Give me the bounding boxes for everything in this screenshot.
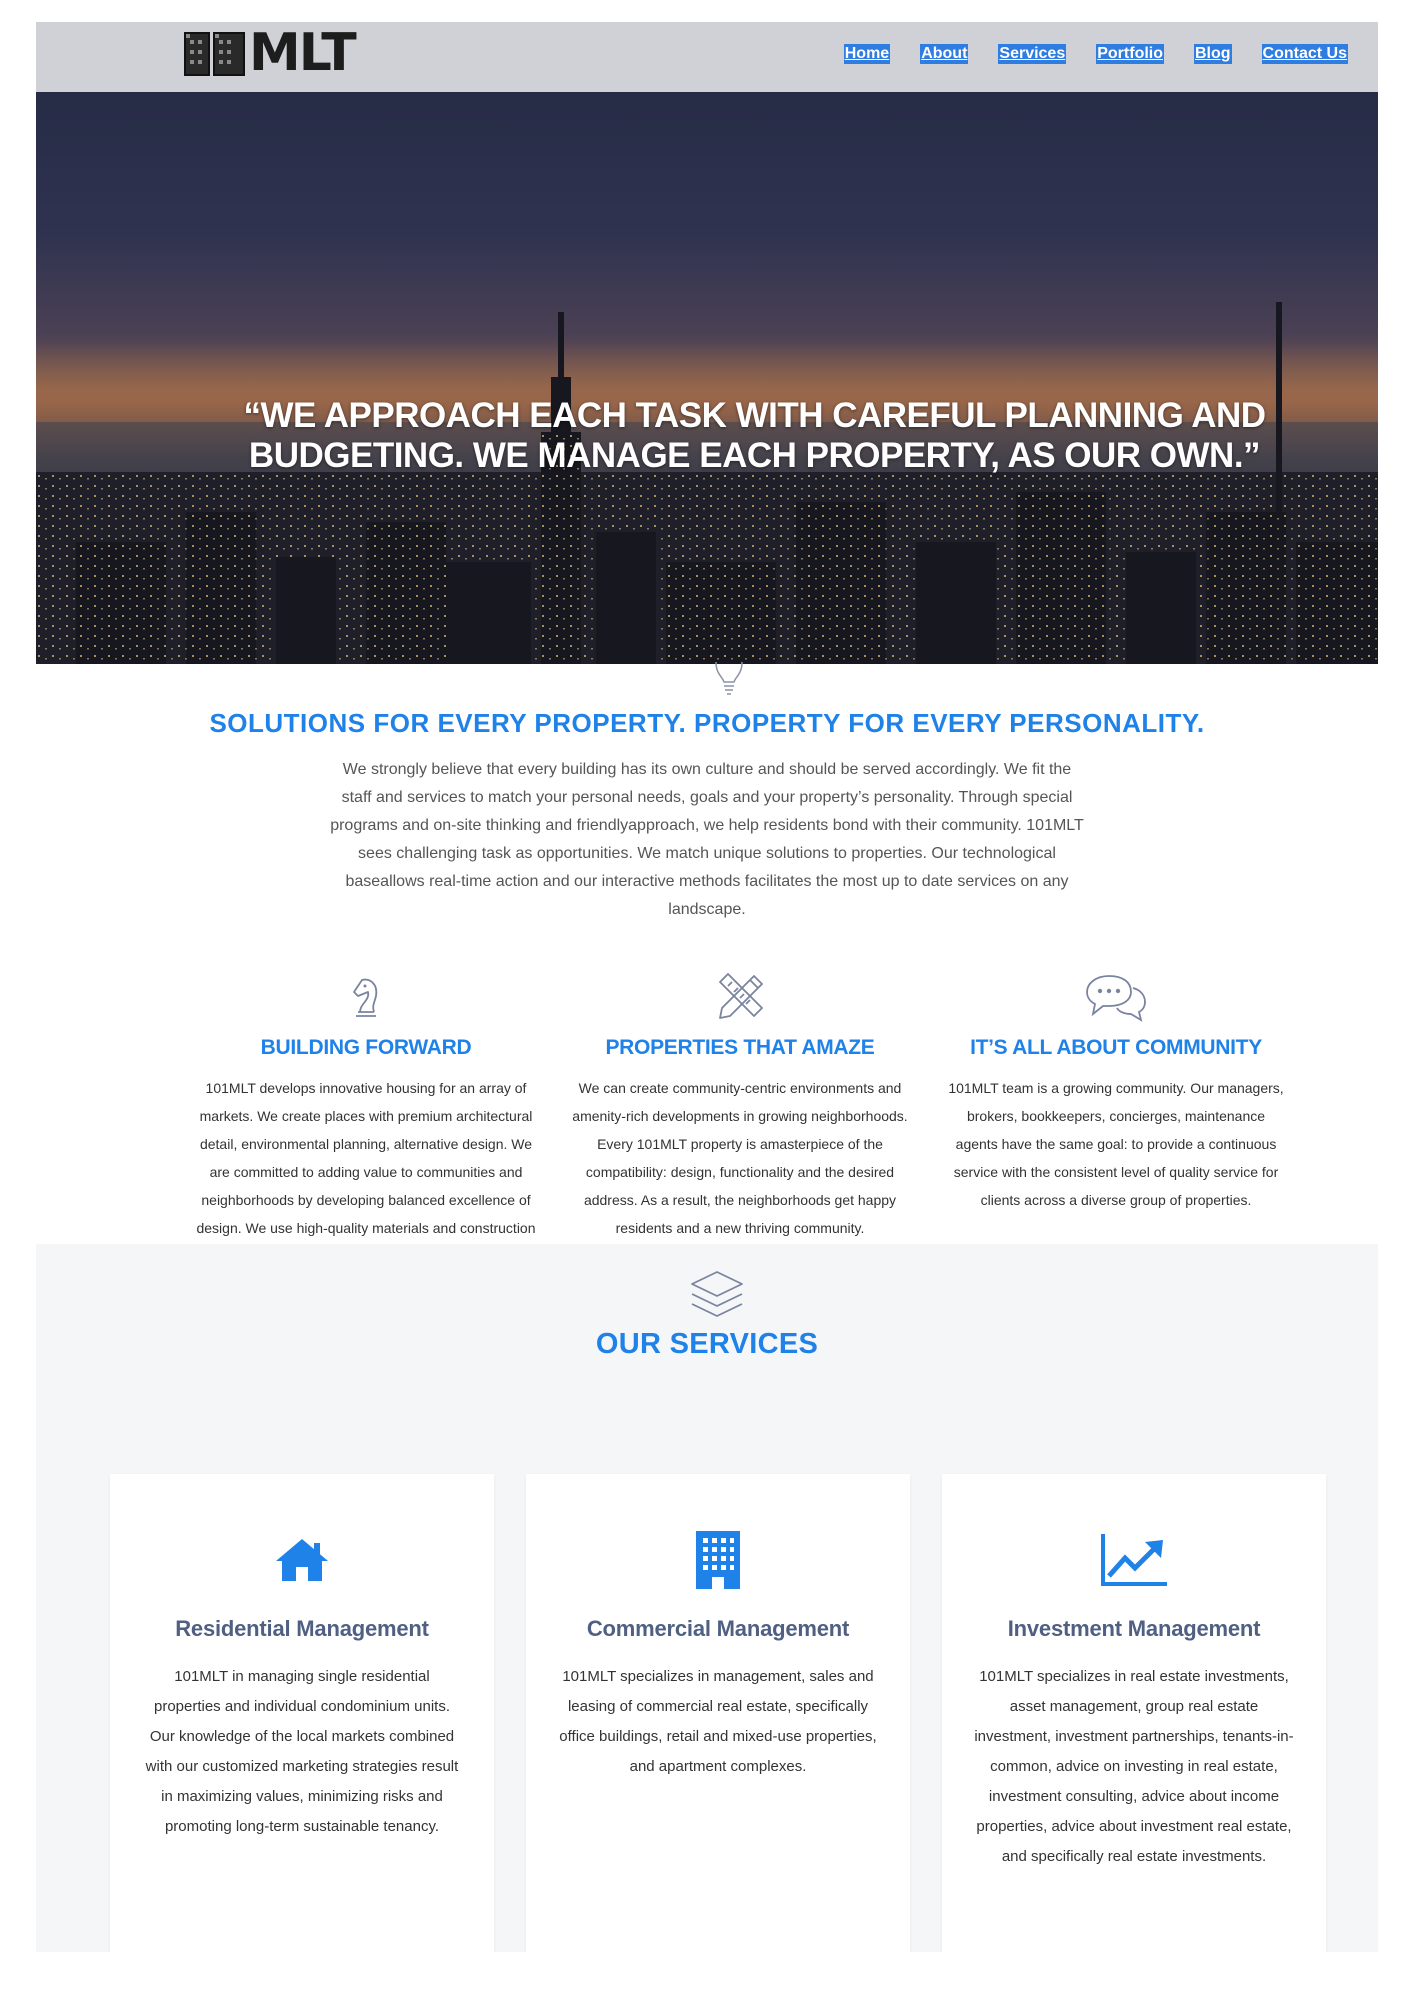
service-card-investment[interactable]: Investment Management 101MLT specializes… xyxy=(942,1474,1326,1952)
hero-quote-line-2: BUDGETING. WE MANAGE EACH PROPERTY, AS O… xyxy=(248,436,1261,475)
hero-quote-line-1: “WE APPROACH EACH TASK WITH CAREFUL PLAN… xyxy=(243,396,1266,435)
trending-up-chart-icon xyxy=(1101,1534,1167,1586)
logo-mark-icon xyxy=(184,32,245,76)
home-icon xyxy=(276,1539,328,1581)
feature-title: BUILDING FORWARD xyxy=(260,1036,472,1059)
nav-portfolio[interactable]: Portfolio xyxy=(1096,44,1164,64)
site-logo[interactable]: MLT xyxy=(184,23,357,83)
service-card-title: Commercial Management xyxy=(586,1616,850,1641)
chat-bubbles-icon xyxy=(1086,975,1146,1022)
office-building-icon xyxy=(696,1531,740,1589)
feature-community: IT’S ALL ABOUT COMMUNITY 101MLT team is … xyxy=(946,962,1286,1242)
nav-home[interactable]: Home xyxy=(843,44,891,64)
hero-banner: “WE APPROACH EACH TASK WITH CAREFUL PLAN… xyxy=(36,92,1378,664)
logo-text: MLT xyxy=(249,23,357,83)
nav-contact-us[interactable]: Contact Us xyxy=(1261,44,1348,64)
hero-quote: “WE APPROACH EACH TASK WITH CAREFUL PLAN… xyxy=(36,396,1378,476)
service-card-text: 101MLT specializes in real estate invest… xyxy=(974,1668,1294,1865)
service-card-commercial[interactable]: Commercial Management 101MLT specializes… xyxy=(526,1474,910,1952)
site-header: MLT Home About Services Portfolio Blog C… xyxy=(36,22,1378,92)
services-title: OUR SERVICES xyxy=(595,1328,819,1360)
service-card-text: 101MLT specializes in management, sales … xyxy=(559,1668,877,1775)
pencil-ruler-icon xyxy=(719,973,763,1019)
city-skyline-image xyxy=(36,302,1378,664)
feature-text: 101MLT develops innovative housing for a… xyxy=(196,1080,536,1236)
feature-building-forward: BUILDING FORWARD 101MLT develops innovat… xyxy=(196,962,536,1242)
services-section: OUR SERVICES Residential Management 101M… xyxy=(36,1244,1378,1952)
lightbulb-icon xyxy=(715,661,743,695)
nav-services[interactable]: Services xyxy=(998,44,1067,64)
feature-text: 101MLT team is a growing community. Our … xyxy=(948,1080,1284,1208)
feature-title: PROPERTIES THAT AMAZE xyxy=(605,1036,875,1059)
layers-icon xyxy=(691,1271,743,1317)
main-nav: Home About Services Portfolio Blog Conta… xyxy=(843,44,1348,64)
nav-blog[interactable]: Blog xyxy=(1194,44,1232,64)
page: MLT Home About Services Portfolio Blog C… xyxy=(36,22,1378,1952)
solutions-text: We strongly believe that every building … xyxy=(330,761,1084,918)
feature-properties-that-amaze: PROPERTIES THAT AMAZE We can create comm… xyxy=(570,962,910,1242)
solutions-title: SOLUTIONS FOR EVERY PROPERTY. PROPERTY F… xyxy=(209,708,1205,738)
feature-text: We can create community-centric environm… xyxy=(572,1080,908,1236)
service-card-title: Investment Management xyxy=(1007,1616,1261,1641)
service-card-title: Residential Management xyxy=(175,1616,429,1641)
nav-about[interactable]: About xyxy=(920,44,969,64)
feature-title: IT’S ALL ABOUT COMMUNITY xyxy=(970,1036,1262,1059)
service-card-residential[interactable]: Residential Management 101MLT in managin… xyxy=(110,1474,494,1952)
service-card-text: 101MLT in managing single residential pr… xyxy=(145,1668,459,1835)
chess-knight-icon xyxy=(353,978,378,1017)
